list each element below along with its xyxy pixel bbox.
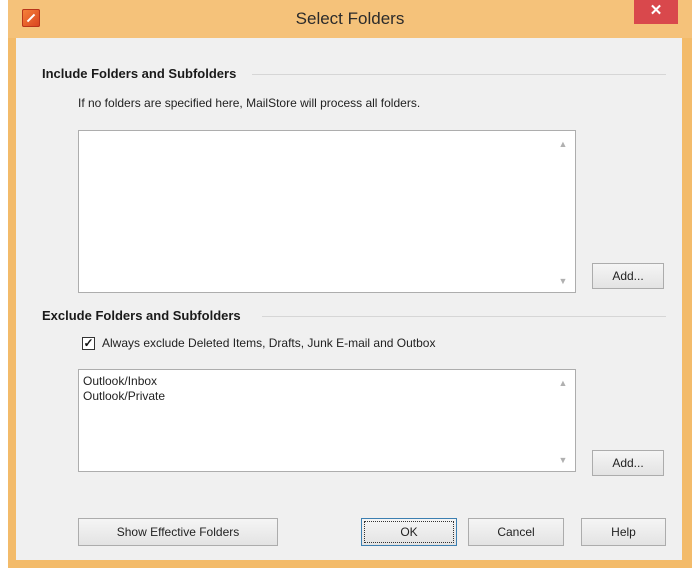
ok-button[interactable]: OK [361, 518, 457, 546]
select-folders-dialog: Select Folders ✕ Include Folders and Sub… [8, 0, 692, 568]
exclude-default-checkbox-label[interactable]: Always exclude Deleted Items, Drafts, Ju… [102, 336, 435, 350]
include-note: If no folders are specified here, MailSt… [78, 96, 421, 110]
include-folder-list[interactable]: ▲ ▼ [78, 130, 576, 293]
include-group-divider [252, 74, 666, 75]
show-effective-folders-button[interactable]: Show Effective Folders [78, 518, 278, 546]
title-bar[interactable]: Select Folders ✕ [8, 0, 692, 38]
focus-rect [364, 521, 454, 543]
exclude-default-checkbox[interactable]: ✓ [82, 337, 95, 350]
exclude-group-title: Exclude Folders and Subfolders [42, 308, 249, 323]
scroll-up-icon[interactable]: ▲ [557, 378, 569, 388]
list-item[interactable]: Outlook/Private [79, 389, 575, 404]
include-add-button[interactable]: Add... [592, 263, 664, 289]
dialog-title: Select Folders [295, 9, 405, 28]
scroll-up-icon[interactable]: ▲ [557, 139, 569, 149]
help-button[interactable]: Help [581, 518, 666, 546]
exclude-folder-list[interactable]: Outlook/Inbox Outlook/Private ▲ ▼ [78, 369, 576, 472]
exclude-add-button[interactable]: Add... [592, 450, 664, 476]
scroll-down-icon[interactable]: ▼ [557, 455, 569, 465]
exclude-group-divider [262, 316, 666, 317]
list-item[interactable]: Outlook/Inbox [79, 374, 575, 389]
check-icon: ✓ [83, 336, 94, 350]
dialog-body: Include Folders and Subfolders If no fol… [16, 38, 682, 560]
include-group-title: Include Folders and Subfolders [42, 66, 245, 81]
close-icon: ✕ [649, 2, 663, 19]
scroll-down-icon[interactable]: ▼ [557, 276, 569, 286]
close-button[interactable]: ✕ [634, 0, 678, 24]
cancel-button[interactable]: Cancel [468, 518, 564, 546]
